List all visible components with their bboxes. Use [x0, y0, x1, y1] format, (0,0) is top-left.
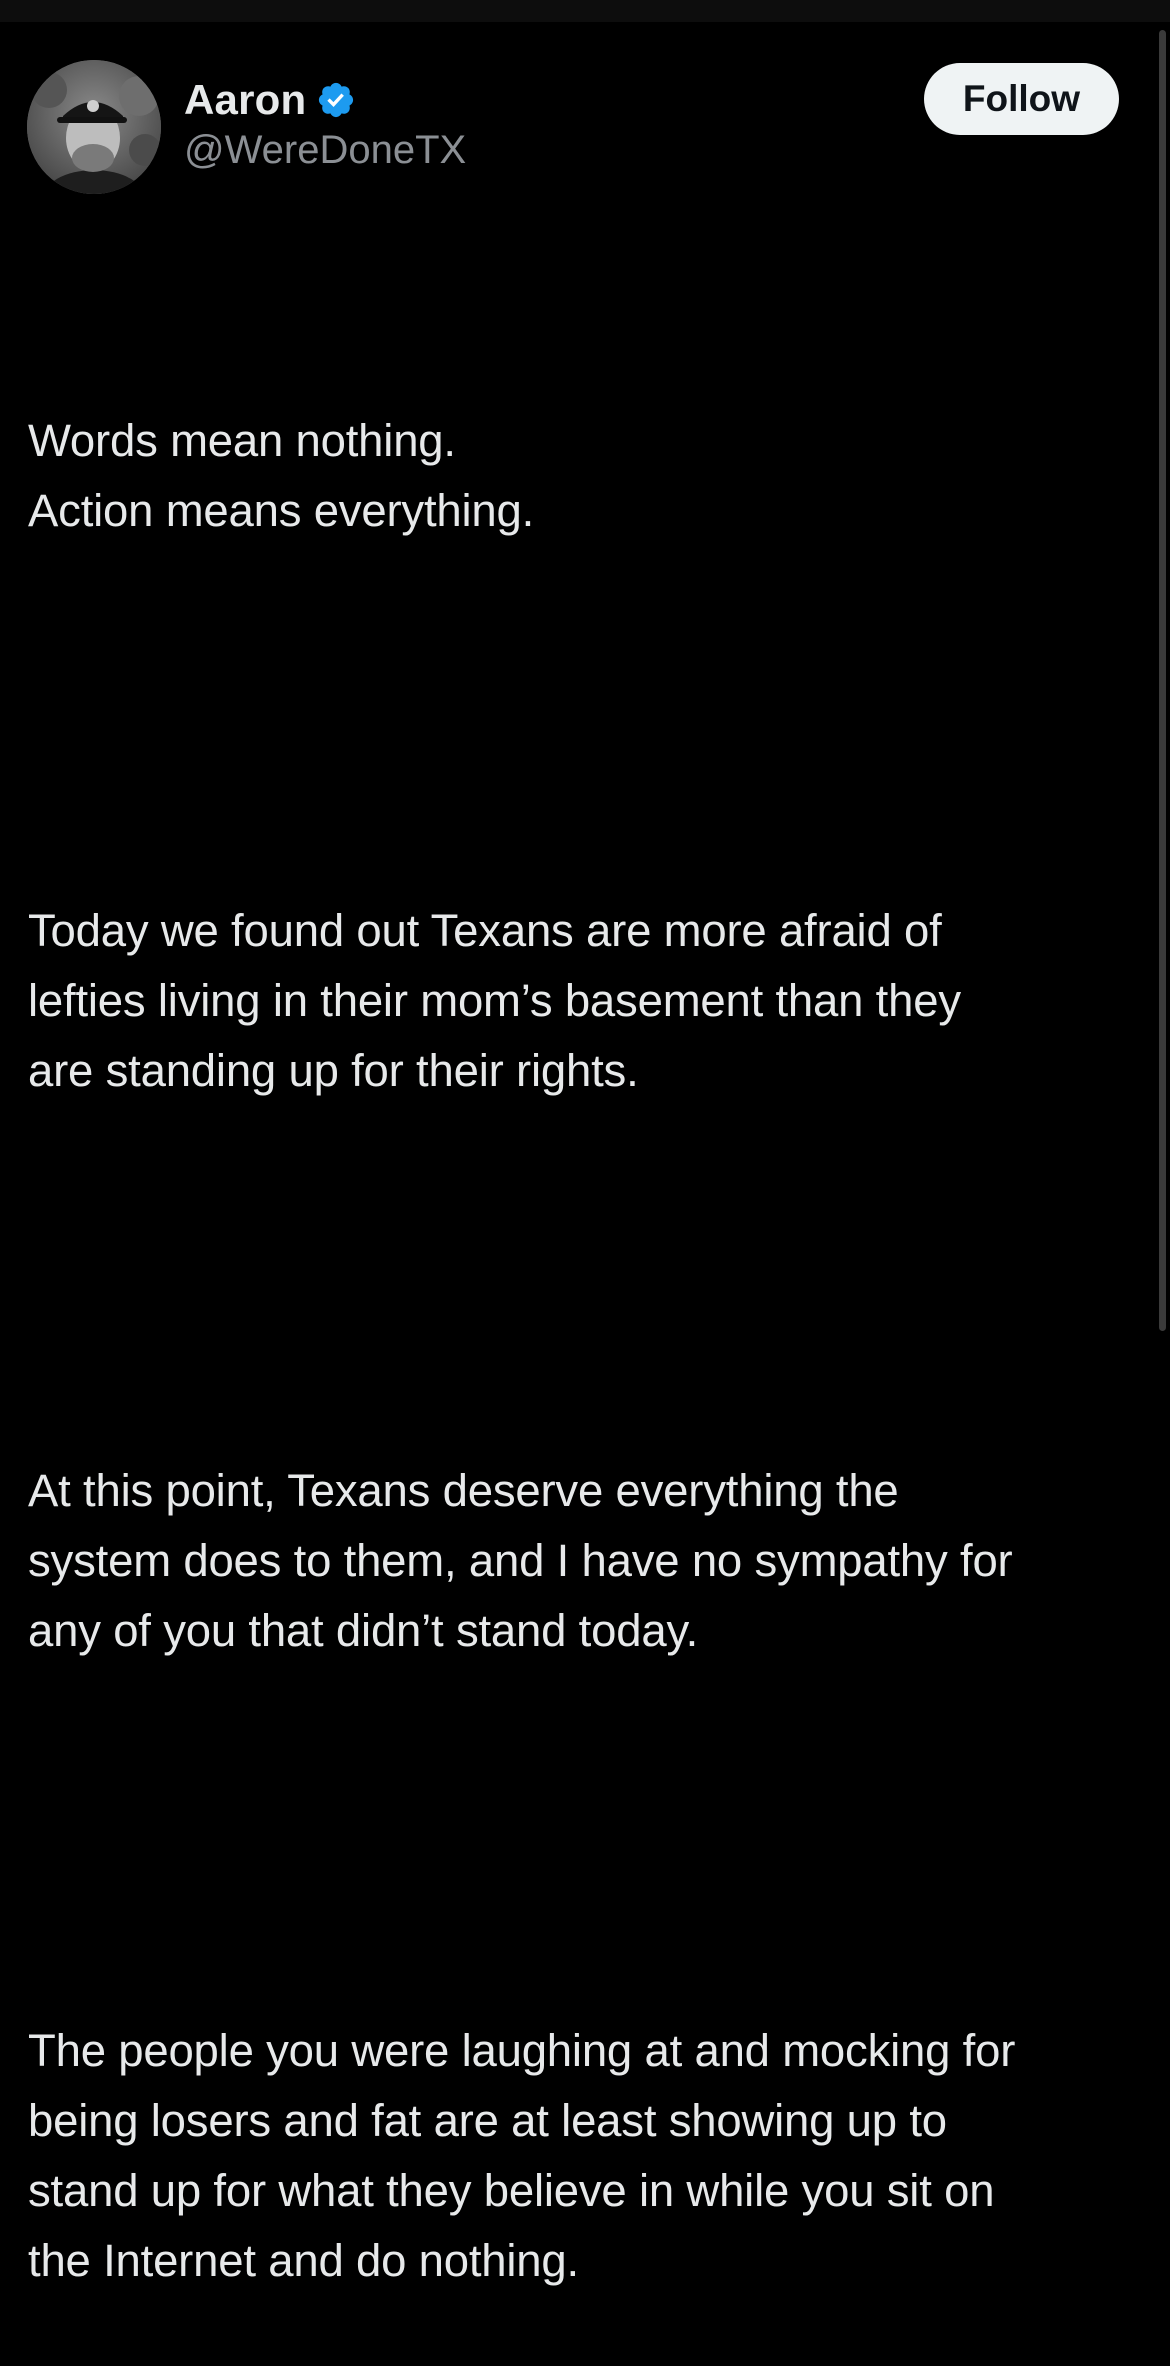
tweet-paragraph: At this point, Texans deserve everything…: [28, 1465, 1013, 1656]
tweet-paragraph: The people you were laughing at and mock…: [28, 2025, 1016, 2286]
author-handle[interactable]: @WereDoneTX: [184, 128, 466, 173]
top-status-strip: [0, 0, 1170, 22]
tweet-paragraph: Today we found out Texans are more afrai…: [28, 905, 961, 1096]
scrollbar[interactable]: [1159, 30, 1166, 1331]
verified-badge-icon: [316, 80, 356, 120]
avatar[interactable]: [27, 60, 161, 194]
author-name-row: Aaron: [184, 74, 356, 126]
author-display-name[interactable]: Aaron: [184, 76, 306, 124]
tweet-paragraph: Words mean nothing. Action means everyth…: [28, 415, 535, 536]
follow-button[interactable]: Follow: [924, 63, 1119, 135]
avatar-photo: [27, 60, 161, 194]
tweet-text: Words mean nothing. Action means everyth…: [28, 266, 1153, 2366]
